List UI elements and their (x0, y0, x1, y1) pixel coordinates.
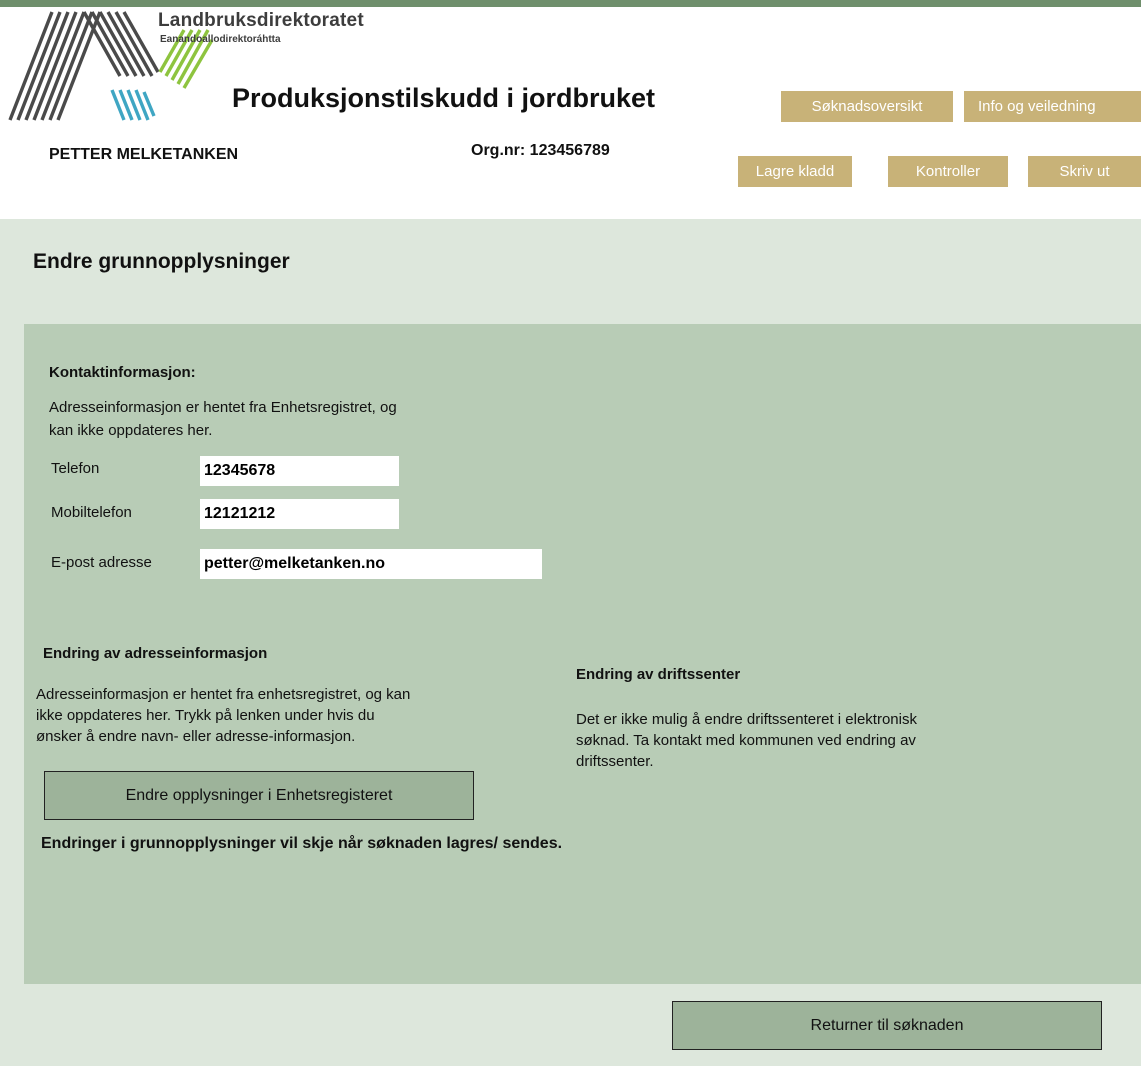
user-name: PETTER MELKETANKEN (49, 146, 239, 163)
email-field[interactable] (200, 549, 542, 579)
save-notice: Endringer i grunnopplysninger vil skje n… (41, 835, 563, 852)
org-number-value: 123456789 (529, 142, 610, 159)
phone-field[interactable] (200, 456, 399, 486)
email-label: E-post adresse (51, 554, 152, 571)
check-button[interactable]: Kontroller (888, 156, 1008, 187)
page-title: Endre grunnopplysninger (33, 250, 290, 273)
top-accent-bar (0, 0, 1141, 7)
org-subname: Eanandoallodirektoráhtta (160, 34, 281, 45)
address-change-line2: ikke oppdateres her. Trykk på lenken und… (36, 707, 375, 724)
center-change-line2: søknad. Ta kontakt med kommunen ved endr… (576, 732, 916, 749)
contact-heading: Kontaktinformasjon: (49, 364, 196, 381)
center-change-line3: driftssenter. (576, 753, 654, 770)
return-to-application-button[interactable]: Returner til søknaden (672, 1001, 1102, 1050)
phone-label: Telefon (51, 460, 100, 477)
org-number-label: Org.nr: (471, 142, 530, 159)
print-button[interactable]: Skriv ut (1028, 156, 1141, 187)
app-title: Produksjonstilskudd i jordbruket (232, 83, 656, 113)
nav-overview-button[interactable]: Søknadsoversikt (781, 91, 953, 122)
mobile-label: Mobiltelefon (51, 504, 132, 521)
org-number: Org.nr: 123456789 (471, 142, 610, 160)
nav-info-button[interactable]: Info og veiledning (964, 91, 1141, 122)
address-change-line3: ønsker å endre navn- eller adresse-infor… (36, 728, 356, 745)
org-name: Landbruksdirektoratet (158, 10, 364, 31)
edit-enhetsregisteret-button[interactable]: Endre opplysninger i Enhetsregisteret (44, 771, 474, 820)
save-draft-button[interactable]: Lagre kladd (738, 156, 852, 187)
address-change-line1: Adresseinformasjon er hentet fra enhetsr… (36, 686, 411, 703)
center-change-heading: Endring av driftssenter (576, 666, 741, 683)
address-change-heading: Endring av adresseinformasjon (43, 645, 268, 662)
center-change-line1: Det er ikke mulig å endre driftssenteret… (576, 711, 917, 728)
contact-note-line2: kan ikke oppdateres her. (49, 422, 213, 439)
mobile-phone-field[interactable] (200, 499, 399, 529)
contact-note-line1: Adresseinformasjon er hentet fra Enhetsr… (49, 399, 397, 416)
